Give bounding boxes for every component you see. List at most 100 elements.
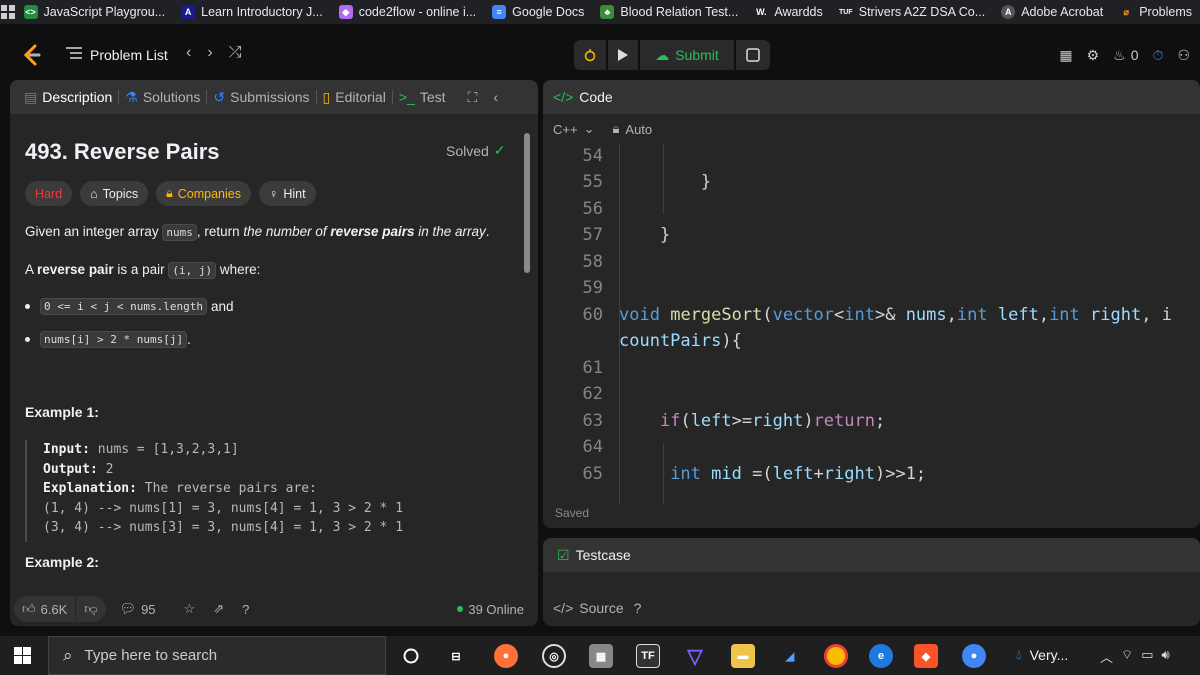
proton-vpn-icon[interactable]: ▽ — [683, 644, 707, 668]
obs-icon[interactable]: ◎ — [542, 644, 566, 668]
bookmark-item[interactable]: ♣ Blood Relation Test... — [592, 5, 746, 19]
line-number: 54 — [582, 146, 603, 166]
apps-grid-icon[interactable] — [0, 5, 16, 19]
chrome-icon[interactable] — [824, 644, 848, 668]
vscode-icon[interactable]: ◢ — [778, 644, 802, 668]
notes-icon[interactable] — [736, 40, 770, 70]
debug-icon[interactable] — [574, 40, 606, 70]
bookmark-item[interactable]: ⌀ Problems — [1111, 5, 1200, 19]
code-area[interactable]: 54 55 } 56 57 } 58 59 60 void mergeSort(… — [543, 144, 1200, 504]
tab-description[interactable]: ▤ Description — [18, 89, 118, 106]
like-button[interactable]: 👍︎ 6.6K — [14, 596, 76, 622]
example-explanation-line: (1, 4) --> nums[1] = 3, nums[4] = 1, 3 >… — [43, 500, 404, 516]
submit-button[interactable]: ☁ Submit — [640, 40, 734, 70]
problem-chips: Hard ⌂ Topics 🔒︎ Companies ♀ Hint — [25, 181, 316, 206]
hint-chip[interactable]: ♀ Hint — [258, 181, 316, 206]
chevron-down-icon: ⌄ — [583, 121, 595, 136]
calculator-icon[interactable]: ▦ — [589, 644, 613, 668]
description-paragraph: Given an integer array nums, return the … — [25, 224, 490, 241]
line-number: 65 — [582, 464, 603, 484]
bookmark-item[interactable]: W. Awardds — [746, 5, 830, 19]
file-explorer-icon[interactable]: ▬ — [731, 644, 755, 668]
description-tabs: ▤ Description ⚗ Solutions ↺ Submissions ▯ Ed… — [10, 80, 538, 114]
example-explanation-line: (3, 4) --> nums[3] = 3, nums[4] = 1, 3 >… — [43, 520, 404, 535]
comments-button[interactable]: 💬︎ 95 — [120, 601, 156, 617]
windows-start-icon[interactable] — [14, 647, 31, 669]
tab-editorial[interactable]: ▯ Editorial — [317, 89, 392, 106]
problem-content: 493. Reverse Pairs Solved ✓ Hard ⌂ Topics… — [10, 114, 522, 592]
add-user-icon[interactable]: ⚇ — [1177, 47, 1190, 64]
bullet-dot — [25, 337, 30, 342]
leetcode-logo-icon[interactable] — [22, 44, 42, 69]
leetcode-icon: ⌀ — [1123, 6, 1129, 17]
line-number: 57 — [582, 225, 603, 245]
topics-chip[interactable]: ⌂ Topics — [80, 181, 149, 206]
streak[interactable]: ♨ 0 — [1113, 47, 1138, 64]
fire-icon: ♨ — [1113, 46, 1126, 63]
tab-solutions[interactable]: ⚗ Solutions — [119, 89, 206, 106]
run-controls: ☁ Submit — [574, 40, 770, 70]
bookmark-item[interactable]: A Adobe Acrobat — [993, 5, 1111, 19]
cortana-icon[interactable] — [399, 644, 423, 668]
bookmark-item[interactable]: ≡ Google Docs — [484, 5, 592, 19]
dislike-button[interactable]: 👎︎ — [76, 596, 106, 622]
problem-list-button[interactable]: Problem List — [66, 46, 168, 63]
companies-chip[interactable]: 🔒︎ Companies — [156, 181, 251, 206]
testcase-header[interactable]: ☑ Testcase — [543, 538, 1200, 572]
shuffle-icon[interactable]: ⤮ — [229, 44, 242, 62]
testcase-panel: ☑ Testcase </> Source ? — [543, 538, 1200, 626]
chrome-profile-icon[interactable]: ● — [962, 644, 986, 668]
favorite-star-icon[interactable]: ☆ — [184, 601, 196, 617]
example-output-line: Output: 2 — [43, 461, 114, 477]
collapse-icon[interactable]: ‹ — [493, 89, 498, 105]
terminal-icon: >_ — [398, 89, 415, 105]
line-number: 56 — [582, 199, 603, 219]
online-dot-icon — [457, 606, 464, 612]
code-brackets-icon: </> — [553, 600, 574, 616]
w-icon: W. — [754, 5, 769, 19]
bookmark-item[interactable]: <> JavaScript Playgrou... — [16, 5, 174, 19]
bookmark-item[interactable]: TUF Strivers A2Z DSA Co... — [831, 5, 993, 19]
tab-test[interactable]: >_ Test — [393, 89, 452, 105]
next-problem-icon[interactable]: › — [207, 44, 212, 62]
bookmarks-bar: <> JavaScript Playgrou... A Learn Introduc… — [0, 0, 1200, 24]
edge-icon[interactable]: e — [869, 644, 893, 668]
tuf-app-icon[interactable]: TF — [636, 644, 660, 668]
fullscreen-icon[interactable]: ⛶ — [468, 89, 478, 106]
layout-icon[interactable]: ▦ — [1059, 47, 1072, 64]
firefox-icon[interactable]: ● — [494, 644, 518, 668]
source-bar[interactable]: </> Source ? — [553, 600, 641, 616]
volume-icon: 🔊︎ — [1161, 647, 1170, 662]
lightbulb-icon: ♀ — [268, 186, 279, 201]
language-bar: C++ ⌄ 🔒︎ Auto — [543, 114, 1200, 144]
brave-icon[interactable]: ◆ — [914, 644, 938, 668]
task-view-icon[interactable]: ⊟ — [444, 644, 468, 668]
share-icon[interactable]: ⇗ — [213, 601, 224, 617]
bookmark-item[interactable]: ◆ code2flow - online i... — [331, 5, 484, 19]
example-block: Input: nums = [1,3,2,3,1] Output: 2 Expl… — [25, 440, 495, 542]
lock-icon: 🔒︎ — [166, 186, 173, 200]
autocomplete-mode[interactable]: 🔒︎ Auto — [612, 121, 652, 137]
code-line: void mergeSort(vector<int>& nums,int lef… — [619, 305, 1172, 325]
tree-icon: ♣ — [600, 5, 615, 19]
timer-icon[interactable]: ⏱ — [1153, 47, 1164, 64]
tuf-icon: TUF — [838, 5, 853, 19]
tag-icon: ⌂ — [90, 186, 98, 201]
line-number: 59 — [582, 278, 603, 298]
prev-problem-icon[interactable]: ‹ — [186, 44, 191, 62]
language-select[interactable]: C++ ⌄ — [553, 121, 594, 137]
description-scrollbar[interactable] — [523, 120, 531, 588]
code2flow-icon: ◆ — [338, 5, 353, 19]
bookmark-item[interactable]: A Learn Introductory J... — [173, 5, 331, 19]
help-icon[interactable]: ? — [242, 602, 249, 617]
settings-gear-icon[interactable]: ⚙ — [1087, 47, 1100, 64]
run-button[interactable] — [608, 40, 638, 70]
scrollbar-thumb[interactable] — [524, 133, 530, 273]
weather-widget[interactable]: 💧︎ Very... — [1016, 646, 1068, 663]
taskbar-search-input[interactable]: ⌕ Type here to search — [48, 636, 386, 675]
check-circle-icon: ✓ — [493, 142, 506, 158]
docs-icon: ≡ — [492, 5, 507, 19]
tab-submissions[interactable]: ↺ Submissions — [207, 89, 315, 106]
list-icon — [66, 46, 82, 63]
system-tray[interactable]: ︿ ⌔ ▭ 🔊︎ — [1100, 647, 1170, 666]
